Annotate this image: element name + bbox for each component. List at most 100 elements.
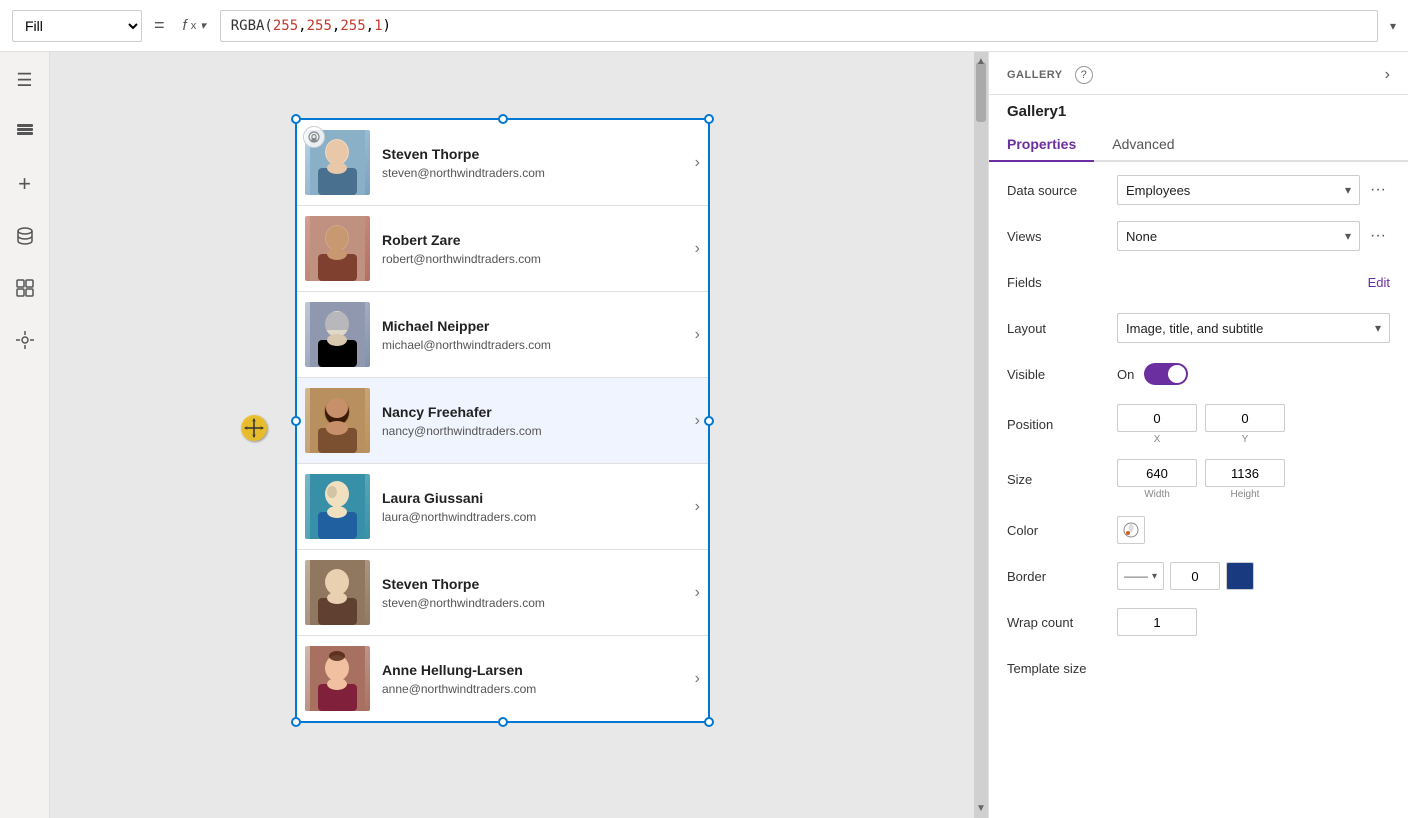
components-icon[interactable] <box>9 272 41 304</box>
formula-sep1: , <box>298 18 306 34</box>
tools-icon[interactable] <box>9 324 41 356</box>
gallery-item[interactable]: Nancy Freehafer nancy@northwindtraders.c… <box>297 378 708 464</box>
prop-row-wrap-count: Wrap count <box>1007 606 1390 638</box>
properties-body: Data source Employees ▾ ··· Views None ▾ <box>989 162 1408 710</box>
panel-collapse-chevron[interactable]: › <box>1385 66 1390 84</box>
gallery-item-text: Laura Giussani laura@northwindtraders.co… <box>382 490 687 524</box>
gallery-item-text: Michael Neipper michael@northwindtraders… <box>382 318 687 352</box>
fx-label: f <box>183 17 187 34</box>
handle-top-left[interactable] <box>291 114 301 124</box>
formula-bar[interactable]: RGBA(255, 255, 255, 1) <box>220 10 1378 42</box>
position-inputs: X Y <box>1117 404 1390 445</box>
avatar-2 <box>305 216 370 281</box>
border-width-input[interactable] <box>1170 562 1220 590</box>
border-style-dropdown[interactable]: —— ▾ <box>1117 562 1164 590</box>
gallery-item-name: Anne Hellung-Larsen <box>382 662 687 678</box>
prop-label-border: Border <box>1007 569 1117 584</box>
gallery-item-text: Robert Zare robert@northwindtraders.com <box>382 232 687 266</box>
avatar-3 <box>305 302 370 367</box>
gallery-item[interactable]: Michael Neipper michael@northwindtraders… <box>297 292 708 378</box>
handle-top-center[interactable] <box>498 114 508 124</box>
database-icon[interactable] <box>9 220 41 252</box>
add-icon[interactable]: + <box>9 168 41 200</box>
fx-button[interactable]: fx ▾ <box>177 17 212 34</box>
views-value: None <box>1126 229 1157 244</box>
scroll-down-arrow[interactable]: ▼ <box>974 801 988 816</box>
gallery-item-email: michael@northwindtraders.com <box>382 338 687 352</box>
hamburger-icon[interactable]: ☰ <box>9 64 41 96</box>
size-height-input[interactable] <box>1205 459 1285 487</box>
gallery-item[interactable]: Robert Zare robert@northwindtraders.com … <box>297 206 708 292</box>
pos-y-label: Y <box>1242 434 1249 445</box>
avatar-5 <box>305 474 370 539</box>
gallery-component[interactable]: Steven Thorpe steven@northwindtraders.co… <box>295 118 710 723</box>
tab-properties[interactable]: Properties <box>989 128 1094 162</box>
panel-help-icon[interactable]: ? <box>1075 66 1093 84</box>
formula-sep2: , <box>332 18 340 34</box>
formula-bar-chevron[interactable]: ▾ <box>1390 19 1396 33</box>
size-h-label: Height <box>1231 489 1260 500</box>
prop-value-wrap-count <box>1117 608 1390 636</box>
pos-x-container: X <box>1117 404 1197 445</box>
gallery-item-email: anne@northwindtraders.com <box>382 682 687 696</box>
prop-value-color <box>1117 516 1390 544</box>
avatar-7 <box>305 646 370 711</box>
datasource-ellipsis[interactable]: ··· <box>1366 179 1390 201</box>
layout-dropdown[interactable]: Image, title, and subtitle ▾ <box>1117 313 1390 343</box>
handle-bottom-center[interactable] <box>498 717 508 727</box>
scroll-thumb[interactable] <box>976 62 986 122</box>
wrap-count-input[interactable] <box>1117 608 1197 636</box>
handle-top-right[interactable] <box>704 114 714 124</box>
formula-dropdown-arrow[interactable]: ▾ <box>200 19 206 32</box>
gallery-item-chevron: › <box>695 584 700 602</box>
size-w-container: Width <box>1117 459 1197 500</box>
toggle-knob <box>1168 365 1186 383</box>
datasource-dropdown[interactable]: Employees ▾ <box>1117 175 1360 205</box>
views-chevron: ▾ <box>1345 229 1351 243</box>
size-width-input[interactable] <box>1117 459 1197 487</box>
size-w-label: Width <box>1144 489 1170 500</box>
toolbar: Fill = fx ▾ RGBA(255, 255, 255, 1) ▾ <box>0 0 1408 52</box>
scroll-up-arrow[interactable]: ▲ <box>974 54 988 69</box>
tab-advanced[interactable]: Advanced <box>1094 128 1192 162</box>
size-inputs: Width Height <box>1117 459 1390 500</box>
handle-bottom-left[interactable] <box>291 717 301 727</box>
handle-mid-right[interactable] <box>704 416 714 426</box>
gallery-item-chevron: › <box>695 670 700 688</box>
size-h-container: Height <box>1205 459 1285 500</box>
prop-row-template-size: Template size <box>1007 652 1390 684</box>
handle-mid-left[interactable] <box>291 416 301 426</box>
prop-label-fields: Fields <box>1007 275 1117 290</box>
border-color-swatch[interactable] <box>1226 562 1254 590</box>
gallery-item[interactable]: Laura Giussani laura@northwindtraders.co… <box>297 464 708 550</box>
visible-toggle[interactable] <box>1144 363 1188 385</box>
fill-select[interactable]: Fill <box>12 10 142 42</box>
prop-row-border: Border —— ▾ <box>1007 560 1390 592</box>
gallery-item-name: Steven Thorpe <box>382 576 687 592</box>
position-y-input[interactable] <box>1205 404 1285 432</box>
prop-label-layout: Layout <box>1007 321 1117 336</box>
visible-toggle-label: On <box>1117 367 1134 382</box>
gallery-item[interactable]: Anne Hellung-Larsen anne@northwindtrader… <box>297 636 708 721</box>
gallery-item[interactable]: Steven Thorpe steven@northwindtraders.co… <box>297 120 708 206</box>
views-dropdown[interactable]: None ▾ <box>1117 221 1360 251</box>
views-ellipsis[interactable]: ··· <box>1366 225 1390 247</box>
layers-icon[interactable] <box>9 116 41 148</box>
gallery-lock-icon <box>303 126 325 148</box>
gallery-item[interactable]: Steven Thorpe steven@northwindtraders.co… <box>297 550 708 636</box>
fields-edit-link[interactable]: Edit <box>1368 275 1390 290</box>
handle-bottom-right[interactable] <box>704 717 714 727</box>
prop-label-template-size: Template size <box>1007 661 1117 676</box>
prop-label-color: Color <box>1007 523 1117 538</box>
formula-a: 1 <box>374 18 382 34</box>
canvas-scrollbar[interactable]: ▲ ▼ <box>974 52 988 818</box>
formula-sep3: , <box>366 18 374 34</box>
prop-label-position: Position <box>1007 417 1117 432</box>
panel-gallery-name: Gallery1 <box>989 95 1408 120</box>
position-x-input[interactable] <box>1117 404 1197 432</box>
gallery-item-email: steven@northwindtraders.com <box>382 596 687 610</box>
color-swatch[interactable] <box>1117 516 1145 544</box>
border-style-chevron: ▾ <box>1152 571 1157 582</box>
prop-row-datasource: Data source Employees ▾ ··· <box>1007 174 1390 206</box>
gallery-item-email: laura@northwindtraders.com <box>382 510 687 524</box>
